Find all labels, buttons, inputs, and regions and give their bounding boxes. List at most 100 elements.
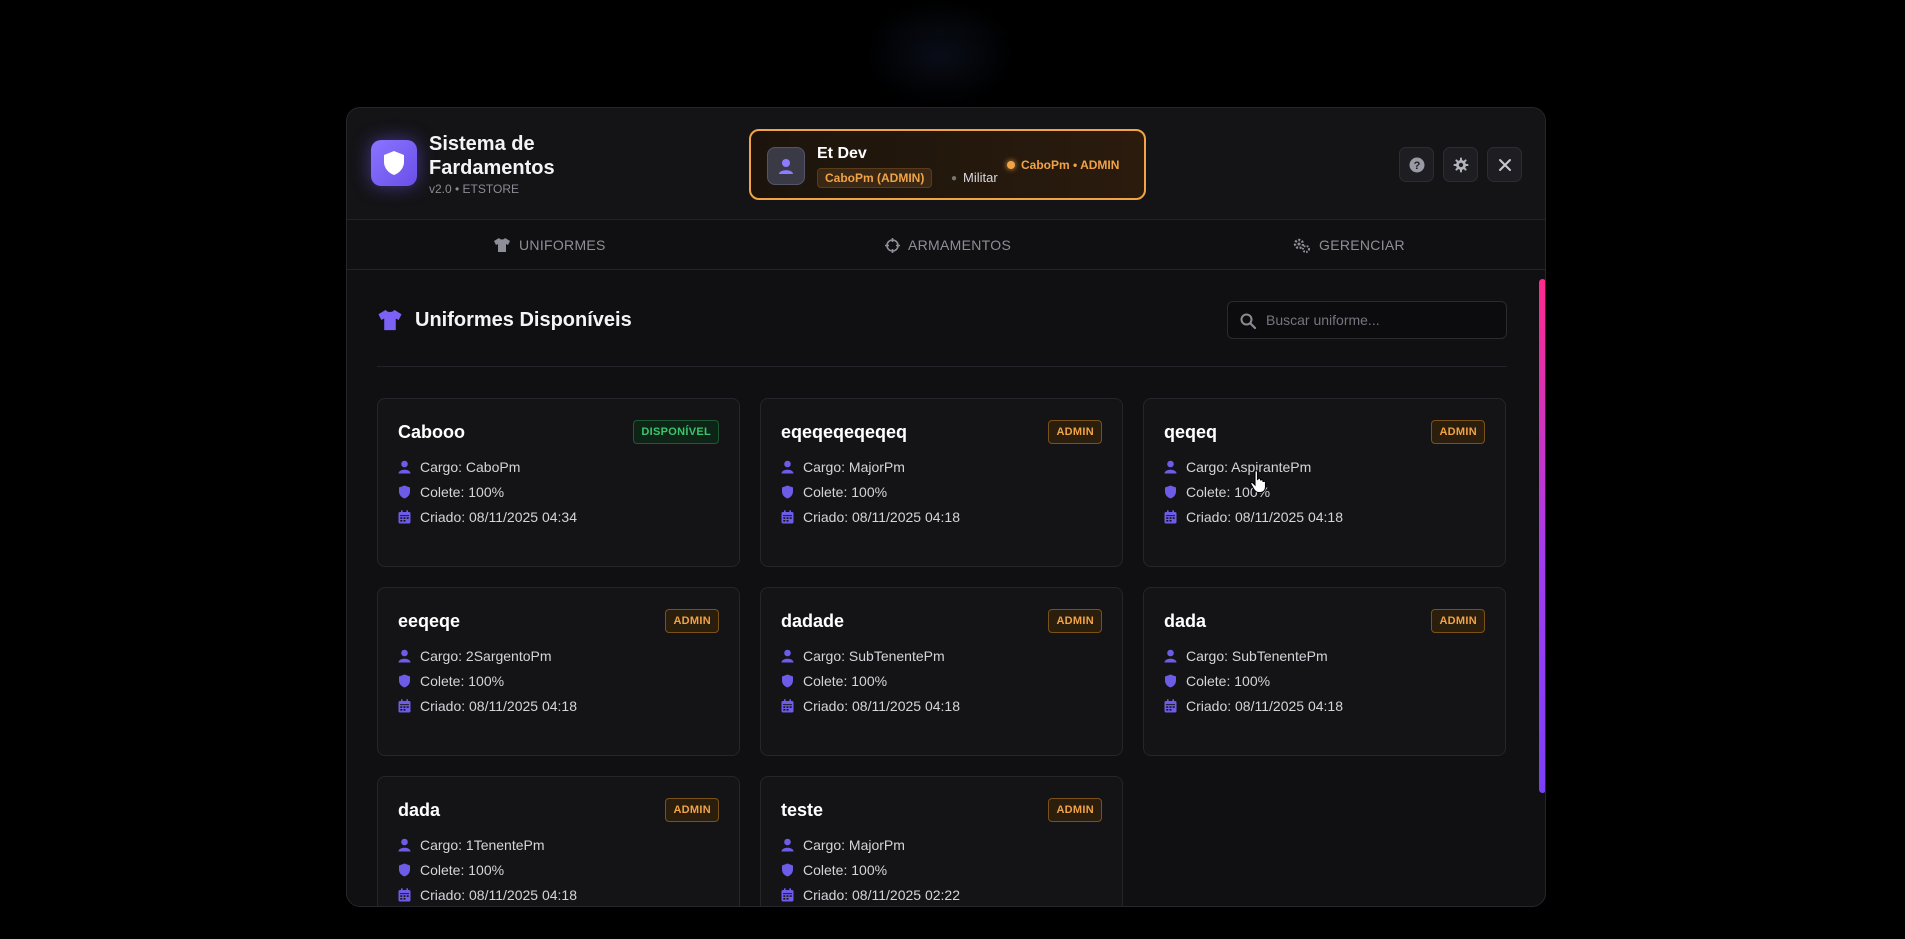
background-glow [860,0,1020,110]
gears-icon [1293,238,1310,253]
shield-logo-icon [371,140,417,186]
criado-text: Criado: 08/11/2025 04:18 [803,509,960,525]
status-badge: ADMIN [1048,420,1102,444]
criado-row: Criado: 08/11/2025 04:18 [1164,698,1343,714]
uniform-card[interactable]: teste ADMIN Cargo: MajorPm Colete: 100% Cria… [760,776,1123,906]
calendar-icon [1164,510,1177,524]
help-icon: ? [1409,157,1424,172]
shield-icon [399,674,410,688]
colete-text: Colete: 100% [803,484,888,500]
modal-header: Sistema de Fardamentos v2.0 • ETSTORE Et… [347,108,1545,220]
shield-icon [782,485,793,499]
criado-text: Criado: 08/11/2025 04:18 [420,887,577,903]
cargo-row: Cargo: CaboPm [398,459,520,475]
avatar [767,147,805,185]
svg-text:?: ? [1413,160,1420,172]
criado-text: Criado: 08/11/2025 04:34 [420,509,577,525]
tab-label: ARMAMENTOS [908,237,1012,253]
status-badge: ADMIN [665,798,719,822]
separator-dot: ● [951,173,958,184]
status-badge: ADMIN [665,609,719,633]
uniform-system-modal: Sistema de Fardamentos v2.0 • ETSTORE Et… [346,107,1546,907]
calendar-icon [1164,699,1177,713]
uniform-name: eqeqeqeqeqeq [781,422,908,442]
close-button[interactable] [1487,147,1522,182]
user-icon [398,460,411,474]
colete-text: Colete: 100% [420,673,505,689]
uniform-list-panel: Uniformes Disponíveis CaboooDISPONÍVELCa… [347,271,1545,906]
app-title: Sistema de Fardamentos [429,133,555,179]
uniform-card[interactable]: eqeqeqeqeqeq ADMIN Cargo: MajorPm Colete: 1… [760,398,1123,567]
uniform-card[interactable]: dada ADMIN Cargo: 1TenentePm Colete: 100% Cr… [377,776,740,906]
colete-row: Colete: 100% [781,862,887,878]
user-rank-badge: CaboPm (ADMIN) [817,168,933,188]
calendar-icon [398,888,411,902]
status-badge: ADMIN [1048,609,1102,633]
criado-row: Criado: 08/11/2025 02:22 [781,887,960,903]
uniform-card[interactable]: qeqeq ADMIN Cargo: AspirantePm Colete: 100%… [1143,398,1506,567]
cargo-row: Cargo: 1TenentePm [398,837,545,853]
criado-text: Criado: 08/11/2025 02:22 [803,887,960,903]
cargo-row: Cargo: MajorPm [781,459,905,475]
search-icon [1240,313,1256,329]
colete-row: Colete: 100% [781,484,887,500]
gear-icon [1453,157,1468,172]
help-button[interactable]: ? [1399,147,1434,182]
calendar-icon [781,699,794,713]
uniform-card[interactable]: eeqeqe ADMIN Cargo: 2SargentoPm Colete: 100… [377,587,740,756]
calendar-icon [398,510,411,524]
cargo-text: Cargo: MajorPm [803,459,905,475]
criado-row: Criado: 08/11/2025 04:18 [398,887,577,903]
scrollbar[interactable] [1539,279,1545,793]
tab-uniformes[interactable]: UNIFORMES [493,220,606,270]
uniform-name: Cabooo [398,422,465,442]
colete-text: Colete: 100% [803,862,888,878]
shield-icon [782,674,793,688]
tab-gerenciar[interactable]: GERENCIAR [1293,220,1405,270]
cargo-row: Cargo: MajorPm [781,837,905,853]
cargo-row: Cargo: AspirantePm [1164,459,1311,475]
user-card: Et Dev CaboPm (ADMIN) ● Militar CaboPm •… [749,129,1146,200]
calendar-icon [781,510,794,524]
uniform-card[interactable]: dada ADMIN Cargo: SubTenentePm Colete: 100%… [1143,587,1506,756]
search-input[interactable] [1266,302,1501,338]
colete-text: Colete: 100% [803,673,888,689]
search-box [1227,301,1507,339]
user-icon [781,838,794,852]
settings-button[interactable] [1443,147,1478,182]
uniform-card[interactable]: dadade ADMIN Cargo: SubTenentePm Colete: 10… [760,587,1123,756]
user-icon [1164,460,1177,474]
user-icon [1164,649,1177,663]
tab-bar: UNIFORMES ARMAMENTOS GERENCIAR [347,220,1545,270]
cargo-text: Cargo: CaboPm [420,459,521,475]
tab-label: GERENCIAR [1319,237,1405,253]
shield-icon [1165,674,1176,688]
uniform-name: qeqeq [1164,422,1218,442]
mouse-pointer-icon [1250,470,1267,494]
status-badge: ADMIN [1431,609,1485,633]
tab-label: UNIFORMES [519,237,606,253]
criado-text: Criado: 08/11/2025 04:18 [1186,509,1343,525]
criado-row: Criado: 08/11/2025 04:18 [781,698,960,714]
uniform-name: dada [1164,611,1207,631]
app-version: v2.0 • ETSTORE [429,182,520,196]
user-name: Et Dev [817,145,867,162]
user-status-label: CaboPm • ADMIN [1021,158,1120,172]
colete-row: Colete: 100% [398,862,504,878]
colete-row: Colete: 100% [1164,673,1270,689]
colete-text: Colete: 100% [1186,673,1271,689]
cargo-text: Cargo: SubTenentePm [1186,648,1328,664]
criado-text: Criado: 08/11/2025 04:18 [420,698,577,714]
criado-row: Criado: 08/11/2025 04:18 [398,698,577,714]
uniform-card[interactable]: Cabooo DISPONÍVEL Cargo: CaboPm Colete: 100… [377,398,740,567]
cargo-row: Cargo: SubTenentePm [1164,648,1328,664]
shield-icon [399,863,410,877]
cargo-row: Cargo: 2SargentoPm [398,648,552,664]
user-icon [398,838,411,852]
status-dot-icon [1007,161,1015,169]
uniform-name: dada [398,800,441,820]
criado-text: Criado: 08/11/2025 04:18 [1186,698,1343,714]
criado-row: Criado: 08/11/2025 04:18 [1164,509,1343,525]
tab-armamentos[interactable]: ARMAMENTOS [885,220,1011,270]
user-icon [781,649,794,663]
